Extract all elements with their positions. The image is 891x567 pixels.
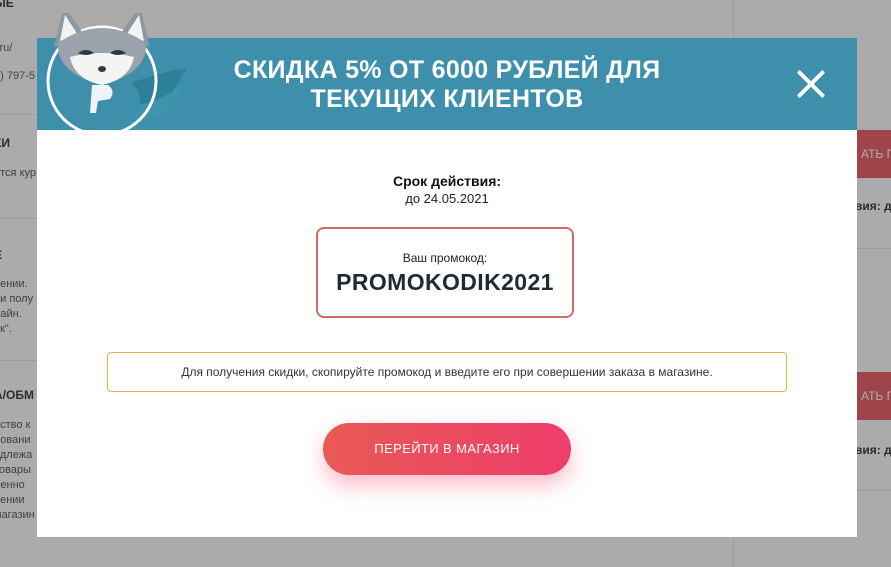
validity-label: Срок действия: [392,173,502,189]
fox-mascot-icon [46,13,187,137]
promo-hint: Для получения скидки, скопируйте промоко… [107,352,787,392]
modal-title: СКИДКА 5% ОТ 6000 РУБЛЕЙ ДЛЯ ТЕКУЩИХ КЛИ… [233,56,661,113]
validity-date: до 24.05.2021 [405,191,489,206]
promo-code-label: Ваш промокод: [402,251,488,265]
go-to-shop-button[interactable]: ПЕРЕЙТИ В МАГАЗИН [323,423,571,475]
promo-code-box: Ваш промокод: PROMOKODIK2021 [316,227,574,318]
promo-code-value[interactable]: PROMOKODIK2021 [318,269,572,296]
promo-modal: СКИДКА 5% ОТ 6000 РУБЛЕЙ ДЛЯ ТЕКУЩИХ КЛИ… [37,13,857,537]
close-icon[interactable] [795,68,827,100]
